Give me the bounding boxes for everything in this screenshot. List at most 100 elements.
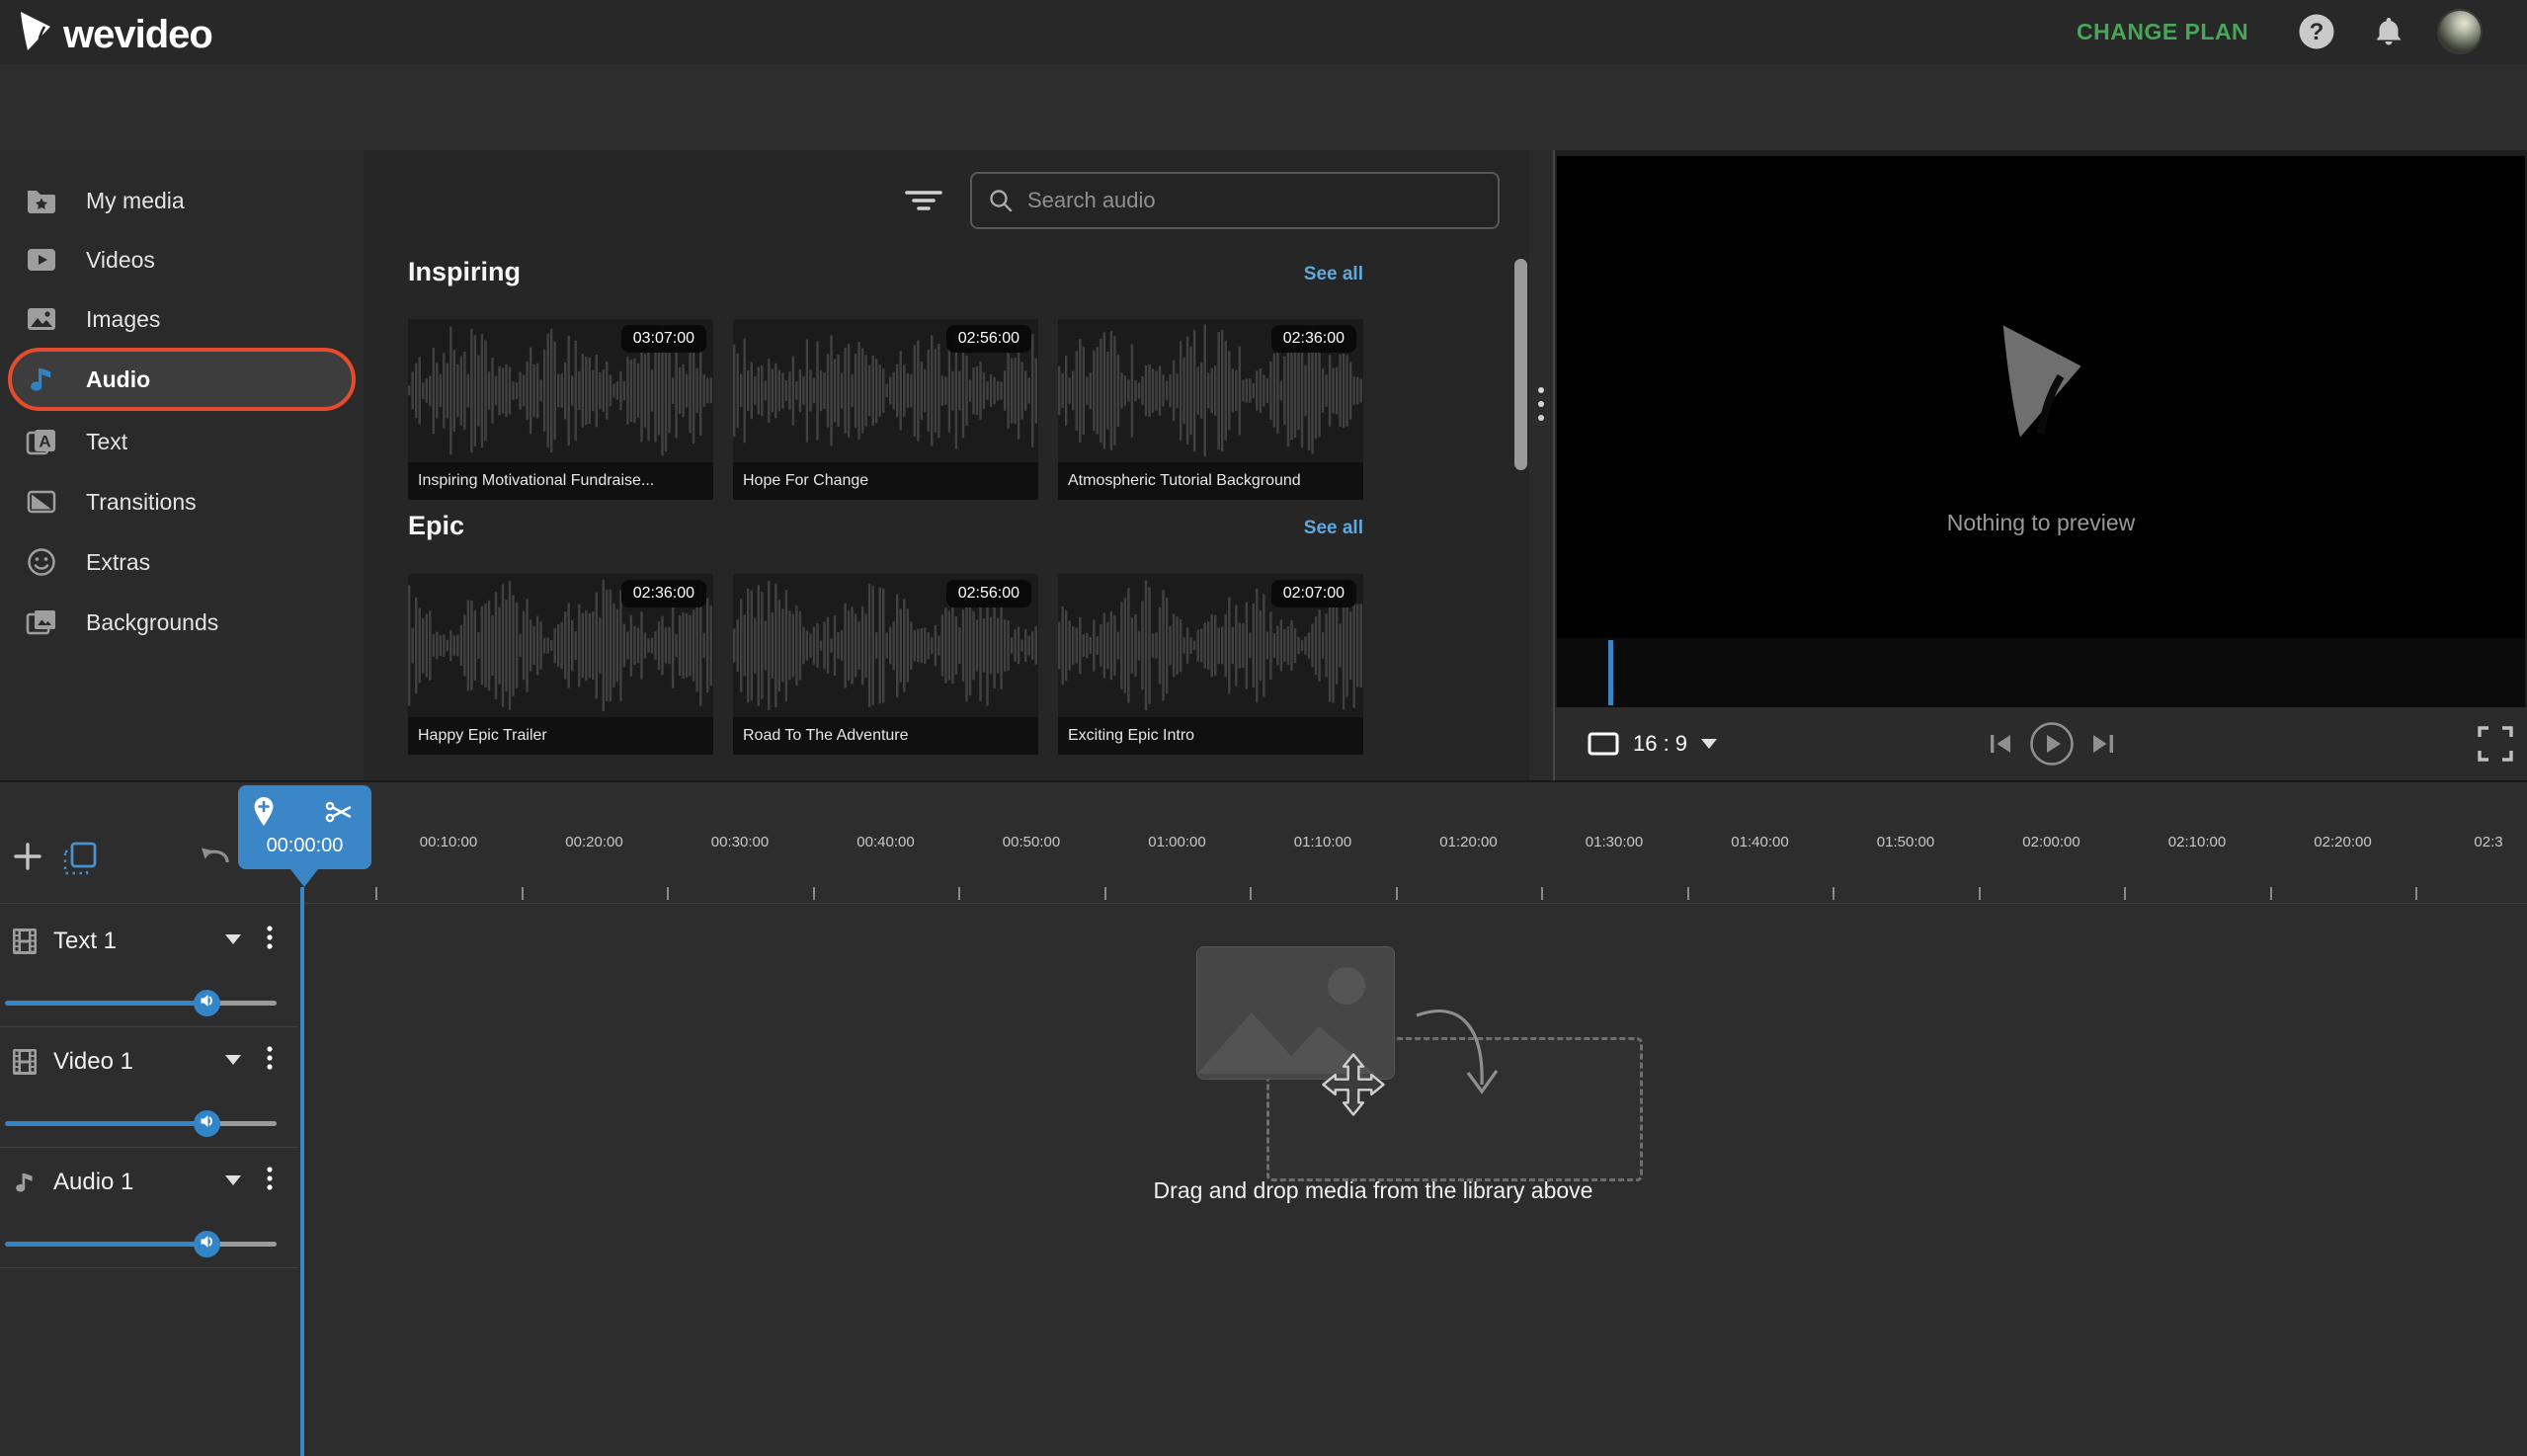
track-header: Video 1 xyxy=(0,1037,298,1087)
folder-star-icon xyxy=(25,184,58,217)
sidebar-item-videos[interactable]: Videos xyxy=(0,229,364,290)
ruler-time-label: 01:10:00 xyxy=(1293,834,1352,850)
preview-playhead xyxy=(1608,640,1613,705)
user-avatar[interactable] xyxy=(2437,9,2483,54)
ruler-tick xyxy=(1103,887,1106,900)
volume-slider-thumb[interactable] xyxy=(194,1110,220,1137)
notifications-bell-icon[interactable] xyxy=(2374,16,2404,52)
ruler-tick xyxy=(1541,887,1544,900)
add-marker-icon[interactable] xyxy=(252,796,276,833)
library-scrollbar[interactable] xyxy=(1514,259,1527,470)
filter-icon[interactable] xyxy=(904,186,943,220)
playhead-line[interactable] xyxy=(300,887,304,1456)
previous-frame-button[interactable] xyxy=(1988,733,2013,755)
audio-card[interactable]: 02:36:00 Atmospheric Tutorial Background xyxy=(1058,319,1363,500)
track-volume-slider[interactable] xyxy=(5,1110,277,1137)
resize-handle-dot xyxy=(1538,387,1544,393)
ruler-time-label: 00:40:00 xyxy=(856,834,915,850)
sidebar-item-audio[interactable]: Audio xyxy=(8,348,356,411)
next-frame-button[interactable] xyxy=(2090,733,2116,755)
track-name: Video 1 xyxy=(53,1048,133,1075)
audio-card-title: Atmospheric Tutorial Background xyxy=(1058,462,1363,500)
duration-badge: 02:36:00 xyxy=(1270,325,1356,353)
aspect-ratio-icon xyxy=(1588,732,1619,756)
section-title: Epic xyxy=(408,511,465,540)
ruler-time-label: 00:10:00 xyxy=(419,834,478,850)
track-text-1: Text 1 xyxy=(0,907,298,1026)
ruler-tick xyxy=(2269,887,2272,900)
aspect-ratio-selector[interactable]: 16 : 9 xyxy=(1588,707,1718,780)
panel-resize-handle[interactable] xyxy=(1529,150,1553,780)
speaker-icon xyxy=(200,1235,214,1254)
track-menu-icon[interactable] xyxy=(265,1044,275,1085)
music-note-blue-icon xyxy=(25,363,58,396)
sidebar-item-label: My media xyxy=(86,187,185,213)
track-volume-slider[interactable] xyxy=(5,1231,277,1257)
audio-card-title: Hope For Change xyxy=(733,462,1038,500)
see-all-link[interactable]: See all xyxy=(1304,518,1363,539)
resize-handle-dot xyxy=(1538,415,1544,421)
search-icon xyxy=(988,188,1014,213)
playhead-bubble[interactable]: 00:00:00 xyxy=(238,785,371,869)
track-video-1: Video 1 xyxy=(0,1027,298,1147)
timeline-ruler[interactable]: 00:10:00 00:20:00 00:30:00 00:40:00 00:50:00… xyxy=(0,782,2527,903)
see-all-link[interactable]: See all xyxy=(1304,264,1363,285)
volume-filled xyxy=(5,1121,206,1126)
sidebar-item-label: Audio xyxy=(86,365,151,392)
ruler-time-label: 01:30:00 xyxy=(1585,834,1644,850)
track-header: Audio 1 xyxy=(0,1158,298,1207)
sidebar-item-my-media[interactable]: My media xyxy=(0,170,364,231)
ruler-tick xyxy=(1686,887,1689,900)
volume-slider-thumb[interactable] xyxy=(194,1231,220,1257)
duration-badge: 02:56:00 xyxy=(945,580,1031,607)
sidebar-item-backgrounds[interactable]: Backgrounds xyxy=(0,592,364,653)
audio-card[interactable]: 02:36:00 Happy Epic Trailer xyxy=(408,574,713,755)
volume-slider-thumb[interactable] xyxy=(194,990,220,1016)
film-icon xyxy=(10,1047,40,1077)
music-note-gray-icon xyxy=(10,1168,40,1197)
audio-card[interactable]: 02:56:00 Road To The Adventure xyxy=(733,574,1038,755)
wevideo-logo[interactable]: wevideo xyxy=(18,10,213,58)
video-preview-area: Nothing to preview xyxy=(1557,156,2525,638)
sidebar-item-transitions[interactable]: Transitions xyxy=(0,471,364,532)
help-icon[interactable]: ? xyxy=(2298,13,2335,55)
resize-handle-dot xyxy=(1538,401,1544,407)
track-collapse-chevron-icon[interactable] xyxy=(225,1175,241,1185)
preview-seek-bar[interactable] xyxy=(1557,638,2525,707)
change-plan-link[interactable]: CHANGE PLAN xyxy=(2077,0,2248,64)
track-divider xyxy=(0,1026,298,1027)
ruler-tick xyxy=(2124,887,2127,900)
track-collapse-chevron-icon[interactable] xyxy=(225,934,241,944)
sidebar-item-images[interactable]: Images xyxy=(0,288,364,350)
play-button[interactable] xyxy=(2029,721,2075,767)
wevideo-logo-icon xyxy=(18,10,53,58)
volume-filled xyxy=(5,1001,206,1006)
track-collapse-chevron-icon[interactable] xyxy=(225,1055,241,1065)
track-menu-icon[interactable] xyxy=(265,924,275,964)
duration-badge: 02:07:00 xyxy=(1270,580,1356,607)
audio-card[interactable]: 02:56:00 Hope For Change xyxy=(733,319,1038,500)
audio-card-title: Road To The Adventure xyxy=(733,717,1038,755)
image-icon xyxy=(25,302,58,336)
search-input[interactable] xyxy=(1025,187,1488,214)
sidebar-item-label: Videos xyxy=(86,246,155,273)
media-sidebar: My media Videos Images Audio A Text Transition… xyxy=(0,150,364,780)
audio-card[interactable]: 02:07:00 Exciting Epic Intro xyxy=(1058,574,1363,755)
split-scissors-icon[interactable] xyxy=(325,801,353,828)
audio-card[interactable]: 03:07:00 Inspiring Motivational Fundraise… xyxy=(408,319,713,500)
ruler-time-label: 00:50:00 xyxy=(1002,834,1061,850)
track-header: Text 1 xyxy=(0,917,298,966)
ruler-tick xyxy=(521,887,524,900)
track-volume-slider[interactable] xyxy=(5,990,277,1016)
track-menu-icon[interactable] xyxy=(265,1165,275,1205)
film-icon xyxy=(10,927,40,956)
track-audio-1: Audio 1 xyxy=(0,1148,298,1267)
audio-library-panel: Inspiring See all 03:07:00 Inspiring Motiva… xyxy=(364,150,1529,780)
chevron-down-icon xyxy=(1701,739,1718,749)
sidebar-item-extras[interactable]: Extras xyxy=(0,531,364,593)
ruler-tick xyxy=(2415,887,2418,900)
fullscreen-icon[interactable] xyxy=(2477,725,2514,768)
wevideo-watermark-icon xyxy=(1989,322,2092,445)
audio-card-title: Happy Epic Trailer xyxy=(408,717,713,755)
sidebar-item-text[interactable]: A Text xyxy=(0,411,364,472)
